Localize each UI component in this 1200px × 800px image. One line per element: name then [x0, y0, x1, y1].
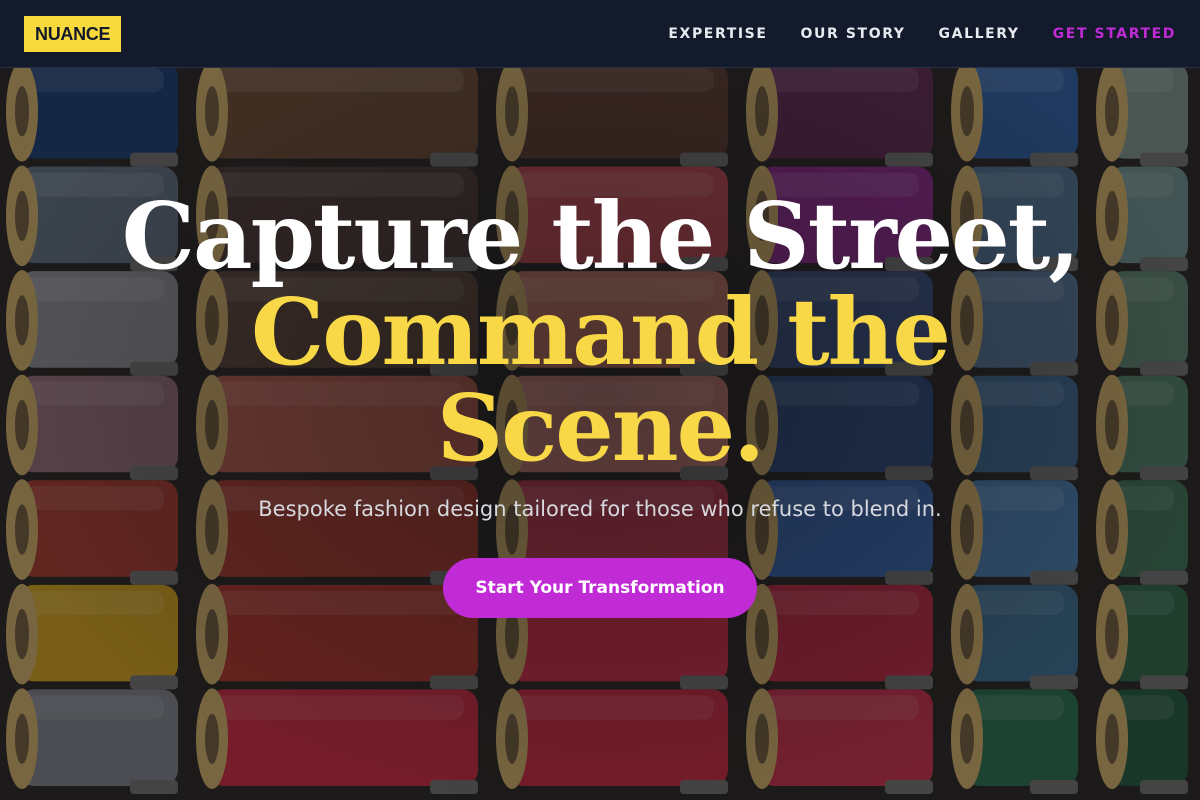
hero-subtitle: Bespoke fashion design tailored for thos… [258, 497, 942, 521]
start-transformation-button[interactable]: Start Your Transformation [443, 558, 757, 618]
headline-line-2: Command the [250, 278, 951, 386]
nav-link-our-story[interactable]: OUR STORY [801, 26, 906, 42]
hero-section: Capture the Street, Command the Scene. B… [0, 188, 1200, 618]
brand-logo[interactable]: NUANCE [24, 15, 122, 52]
headline-line-3: Scene. [436, 374, 765, 482]
nav-menu: EXPERTISE OUR STORY GALLERY GET STARTED [668, 26, 1176, 42]
hero-headline: Capture the Street, Command the Scene. [0, 188, 1200, 476]
nav-link-get-started[interactable]: GET STARTED [1053, 26, 1176, 42]
nav-link-expertise[interactable]: EXPERTISE [668, 26, 767, 42]
top-navbar: NUANCE EXPERTISE OUR STORY GALLERY GET S… [0, 0, 1200, 68]
headline-line-1: Capture the Street, [121, 182, 1081, 290]
nav-link-gallery[interactable]: GALLERY [939, 26, 1020, 42]
